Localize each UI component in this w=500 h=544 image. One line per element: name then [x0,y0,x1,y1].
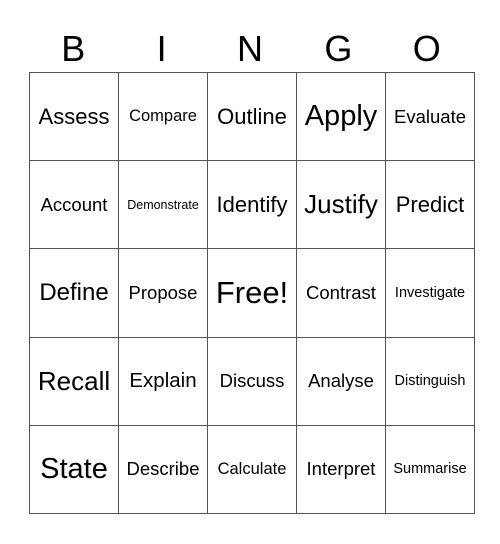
grid-row: Assess Compare Outline Apply Evaluate [29,71,475,162]
bingo-cell: Contrast [296,248,386,338]
grid-row: Account Demonstrate Identify Justify Pre… [29,160,475,250]
bingo-card-grid: Assess Compare Outline Apply Evaluate Ac… [29,71,475,515]
bingo-cell: Justify [296,160,386,250]
header-letter-i: I [156,28,167,69]
bingo-cell: State [29,424,119,515]
bingo-cell: Identify [207,160,297,250]
grid-row: Define Propose Free! Contrast Investigat… [29,248,475,338]
header-letter-o: O [412,28,441,69]
bingo-cell: Distinguish [385,336,475,426]
bingo-cell: Define [29,248,119,338]
bingo-cell: Investigate [385,248,475,338]
bingo-cell: Assess [29,71,119,162]
bingo-cell: Explain [118,336,208,426]
bingo-cell: Describe [118,424,208,515]
header-letter-n: N [236,28,263,69]
header-letter-g: G [324,28,353,69]
bingo-cell: Summarise [385,424,475,515]
bingo-cell: Predict [385,160,475,250]
header-letter-b: B [61,28,86,69]
grid-row: Recall Explain Discuss Analyse Distingui… [29,336,475,426]
bingo-cell: Account [29,160,119,250]
bingo-cell: Calculate [207,424,297,515]
bingo-cell: Interpret [296,424,386,515]
bingo-cell: Apply [296,71,386,162]
bingo-cell: Outline [207,71,297,162]
grid-row: State Describe Calculate Interpret Summa… [29,424,475,515]
bingo-cell: Evaluate [385,71,475,162]
bingo-cell: Recall [29,336,119,426]
bingo-header: B I N G O [29,26,471,72]
free-space-cell: Free! [207,248,297,338]
bingo-cell: Propose [118,248,208,338]
bingo-cell: Compare [118,71,208,162]
bingo-cell: Demonstrate [118,160,208,250]
bingo-cell: Analyse [296,336,386,426]
bingo-cell: Discuss [207,336,297,426]
